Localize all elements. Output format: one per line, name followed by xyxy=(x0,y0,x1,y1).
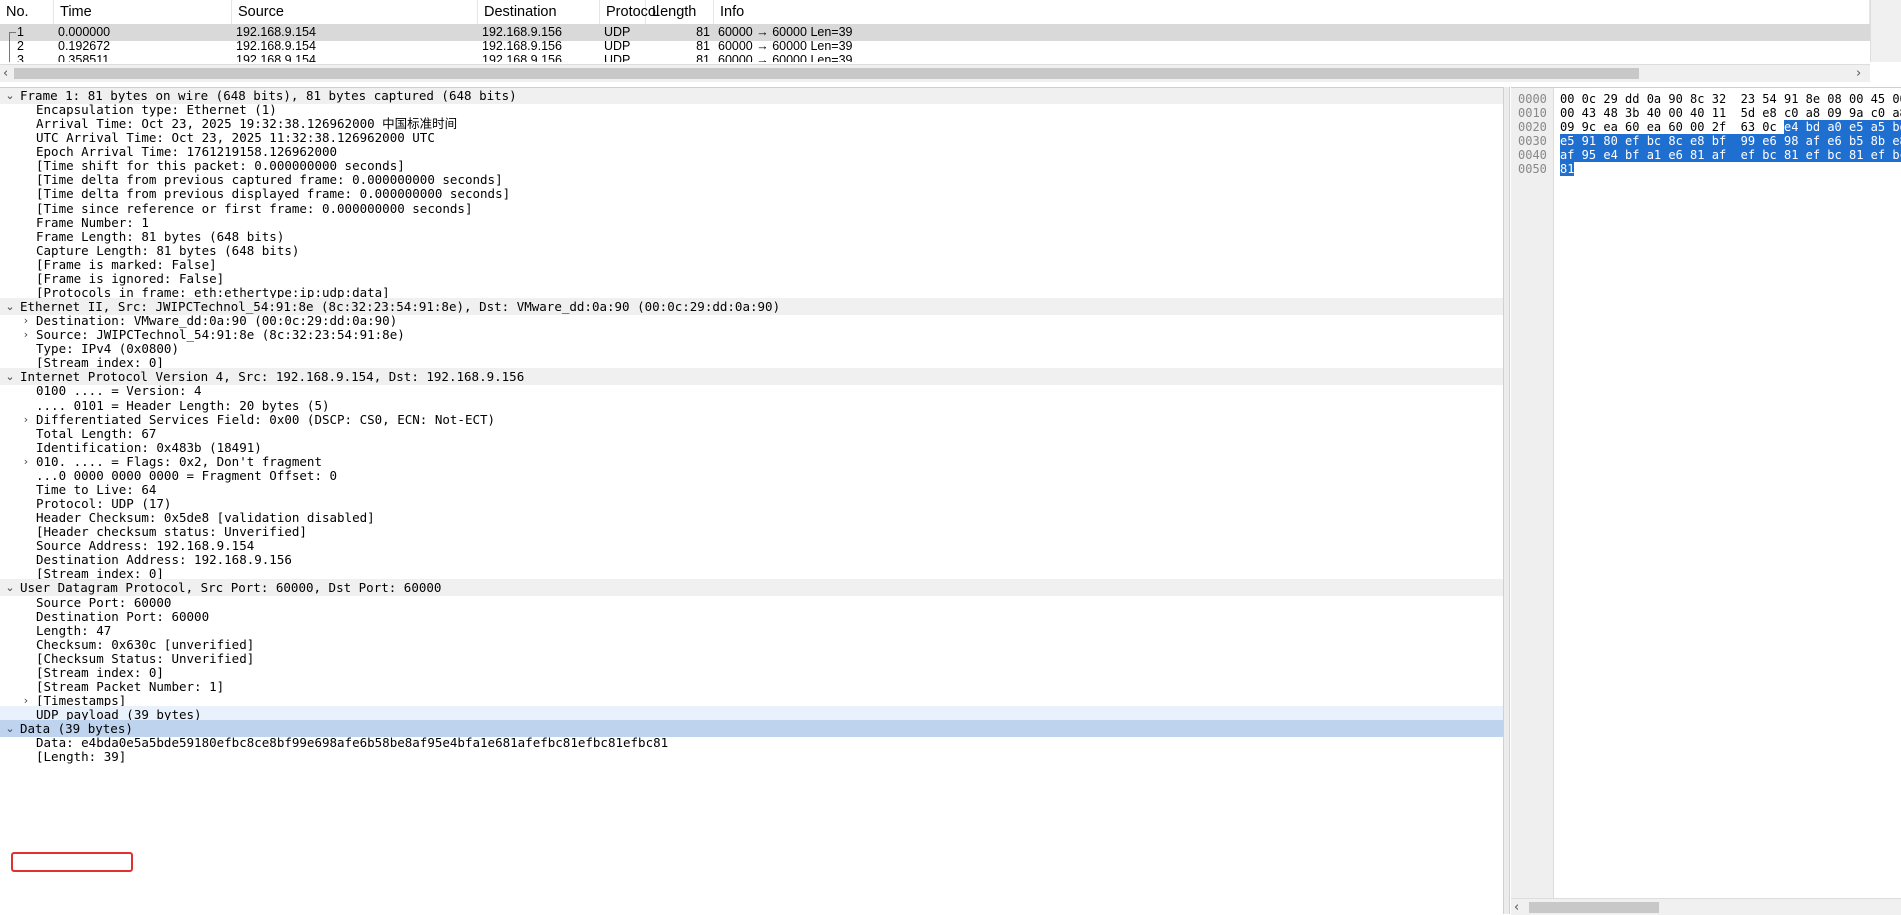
scrollbar-thumb[interactable] xyxy=(1529,902,1659,913)
packet-cell-length: 81 xyxy=(696,53,710,62)
scroll-left-icon[interactable]: ‹ xyxy=(1514,899,1519,915)
hex-bytes: 00 0c 29 dd 0a 90 8c 32 23 54 91 8e 08 0… xyxy=(1560,92,1901,106)
conversation-bracket xyxy=(9,32,16,62)
hex-bytes-selected: e4 bd a0 e5 a5 bd xyxy=(1783,120,1901,135)
scroll-right-icon[interactable]: › xyxy=(1856,65,1861,82)
packet-cell-info: 60000 → 60000 Len=39 xyxy=(718,53,853,62)
hex-bytes-selected: 81 xyxy=(1560,162,1575,177)
packet-row[interactable]: 3 0.358511 192.168.9.154 192.168.9.156 UDP 81… xyxy=(0,52,1870,62)
column-header-time[interactable]: Time xyxy=(54,0,232,24)
hex-bytes: 00 43 48 3b 40 00 40 11 5d e8 c0 a8 09 9… xyxy=(1560,106,1901,121)
packet-cell-time: 0.358511 xyxy=(58,53,110,62)
packet-cell-destination: 192.168.9.156 xyxy=(482,53,562,62)
column-header-no[interactable]: No. xyxy=(0,0,54,24)
hex-bytes-selected: af 95 e4 bf a1 e6 81 af ef bc 81 ef bc 8… xyxy=(1560,148,1901,163)
packet-cell-protocol: UDP xyxy=(604,53,631,62)
pane-splitter[interactable] xyxy=(1503,87,1510,914)
hex-line[interactable]: 81 xyxy=(1560,161,1575,178)
packet-list-vertical-scrollbar[interactable] xyxy=(1870,0,1901,62)
packet-details-pane[interactable]: ⌄ Frame 1: 81 bytes on wire (648 bits), 8… xyxy=(0,87,1503,915)
column-header-destination[interactable]: Destination xyxy=(478,0,600,24)
scroll-left-icon[interactable]: ‹ xyxy=(3,65,8,82)
hex-bytes: 09 9c ea 60 ea 60 00 2f 63 0c xyxy=(1560,120,1784,135)
tree-field-row[interactable]: [Length: 39] xyxy=(0,748,1503,765)
hex-bytes-selected: e5 91 80 ef bc 8c e8 bf 99 e6 98 af e6 b… xyxy=(1560,134,1901,149)
scrollbar-thumb[interactable] xyxy=(14,68,1639,79)
tree-row-label: [Length: 39] xyxy=(36,749,127,765)
packet-list[interactable]: No. Time Source Destination Protocol Length In… xyxy=(0,0,1870,62)
column-header-info[interactable]: Info xyxy=(714,0,1870,24)
column-header-length[interactable]: Length xyxy=(646,0,714,24)
offset-column xyxy=(1511,88,1554,915)
column-header-protocol[interactable]: Protocol xyxy=(600,0,659,24)
hex-line[interactable]: af 95 e4 bf a1 e6 81 af ef bc 81 ef bc 8… xyxy=(1560,147,1901,164)
packet-list-horizontal-scrollbar[interactable]: ‹ › xyxy=(0,64,1870,82)
column-header-source[interactable]: Source xyxy=(232,0,478,24)
packet-cell-source: 192.168.9.154 xyxy=(236,53,316,62)
bytes-horizontal-scrollbar[interactable]: ‹ xyxy=(1511,898,1901,915)
byte-offset: 0050 xyxy=(1518,162,1547,177)
packet-bytes-pane[interactable]: 0000 00 0c 29 dd 0a 90 8c 32 23 54 91 8e … xyxy=(1511,87,1901,915)
packet-list-header: No. Time Source Destination Protocol Length In… xyxy=(0,0,1870,25)
